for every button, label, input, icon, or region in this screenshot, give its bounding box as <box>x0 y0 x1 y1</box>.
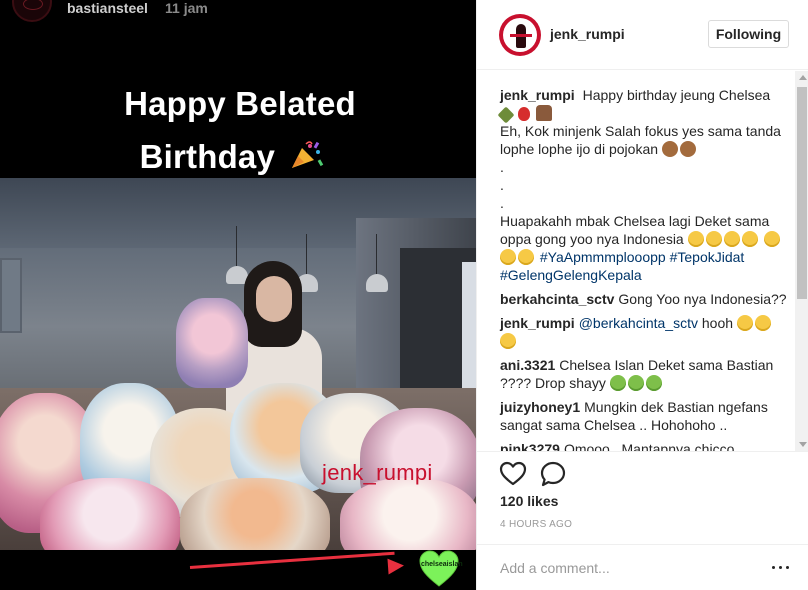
likes-count[interactable]: 120 likes <box>500 493 558 509</box>
story-header: bastiansteel 11 jam <box>0 0 476 22</box>
hashtag-link[interactable]: #GelengGelengKepala <box>500 267 642 283</box>
cake-emoji-icon <box>535 105 552 121</box>
comment-text: Omooo.. Mantapnya chicco <box>563 441 735 451</box>
red-arrow-head <box>387 557 405 575</box>
following-button[interactable]: Following <box>708 20 789 48</box>
shocked-face-icon <box>741 231 758 247</box>
story-headline-text: Birthday <box>139 138 276 175</box>
comments-list[interactable]: jenk_rumpi Happy birthday jeung Chelsea … <box>477 71 795 451</box>
story-headline-line2: Birthday <box>0 138 470 176</box>
post-side-panel: jenk_rumpi Following jenk_rumpi Happy bi… <box>476 0 808 590</box>
comment-username[interactable]: jenk_rumpi <box>500 315 575 331</box>
story-avatar <box>12 0 52 22</box>
caption-username[interactable]: jenk_rumpi <box>500 87 575 103</box>
comment-username[interactable]: berkahcinta_sctv <box>500 291 614 307</box>
comments-scrollbar[interactable] <box>795 71 808 451</box>
action-bar <box>477 451 808 495</box>
post-media[interactable]: bastiansteel 11 jam Happy Belated Birthd… <box>0 0 476 590</box>
party-popper-icon <box>292 141 324 168</box>
add-comment-input[interactable] <box>500 557 750 579</box>
comment-text: Gong Yoo nya Indonesia?? <box>618 291 787 307</box>
caption-line2: Eh, Kok minjenk Salah fokus yes sama tan… <box>500 123 781 157</box>
scrollbar-thumb[interactable] <box>797 87 807 299</box>
scroll-down-arrow-icon[interactable] <box>799 442 807 447</box>
header-username-link[interactable]: jenk_rumpi <box>550 26 625 42</box>
tears-of-joy-icon <box>645 375 662 391</box>
add-comment-bar <box>477 544 808 590</box>
watermark-text: jenk_rumpi <box>322 460 433 485</box>
comment-item: berkahcinta_sctv Gong Yoo nya Indonesia?? <box>500 290 787 308</box>
comment-username[interactable]: juizyhoney1 <box>500 399 580 415</box>
speech-bubble-icon[interactable] <box>539 460 567 488</box>
post-header: jenk_rumpi Following <box>477 0 808 70</box>
sweat-smile-icon <box>754 315 771 331</box>
grimacing-face-icon <box>736 315 753 331</box>
balloon-emoji-icon <box>517 107 530 121</box>
tears-of-joy-icon <box>609 375 626 391</box>
hashtag-link[interactable]: #TepokJidat <box>670 249 745 265</box>
mention-link[interactable]: @berkahcinta_sctv <box>579 315 698 331</box>
shocked-face-icon <box>687 231 704 247</box>
post-timestamp[interactable]: 4 HOURS AGO <box>500 519 572 530</box>
ellipsis-icon[interactable] <box>771 559 791 575</box>
shocked-face-icon <box>723 231 740 247</box>
hashtag-link[interactable]: #YaApmmmplooopp <box>540 249 666 265</box>
tears-of-joy-icon <box>627 375 644 391</box>
grin-face-icon <box>500 333 516 349</box>
see-no-evil-monkey-icon <box>661 141 678 157</box>
see-no-evil-monkey-icon <box>679 141 696 157</box>
story-username: bastiansteel <box>67 0 148 16</box>
profile-avatar[interactable] <box>499 14 541 56</box>
scroll-up-arrow-icon[interactable] <box>799 75 807 80</box>
shocked-face-icon <box>705 231 722 247</box>
comment-username[interactable]: ani.3321 <box>500 357 555 373</box>
sparkle-emoji-icon <box>497 106 515 124</box>
caption: jenk_rumpi Happy birthday jeung Chelsea … <box>497 86 787 284</box>
comment-item: pink3279 Omooo.. Mantapnya chicco <box>500 440 787 451</box>
caption-dot: . <box>500 195 504 211</box>
heart-outline-icon[interactable] <box>499 460 527 488</box>
media-footer <box>0 550 476 590</box>
caption-line1: Happy birthday jeung Chelsea <box>582 87 771 103</box>
caption-dot: . <box>500 177 504 193</box>
green-heart-icon <box>419 550 459 587</box>
sticker-label: chelseaislan <box>421 561 463 568</box>
comment-item: juizyhoney1 Mungkin dek Bastian ngefans s… <box>500 398 787 434</box>
story-headline-line1: Happy Belated <box>124 85 356 122</box>
shocked-face-icon <box>518 249 534 265</box>
shocked-face-icon <box>763 231 780 247</box>
caption-dot: . <box>500 159 504 175</box>
story-time: 11 jam <box>165 0 208 16</box>
comment-text: hooh <box>701 315 734 331</box>
story-photo: jenk_rumpi <box>0 178 476 550</box>
shocked-face-icon <box>500 249 516 265</box>
comment-item: jenk_rumpi @berkahcinta_sctv hooh <box>500 314 787 350</box>
comment-username[interactable]: pink3279 <box>500 441 560 451</box>
comment-item: ani.3321 Chelsea Islan Deket sama Bastian… <box>500 356 787 392</box>
